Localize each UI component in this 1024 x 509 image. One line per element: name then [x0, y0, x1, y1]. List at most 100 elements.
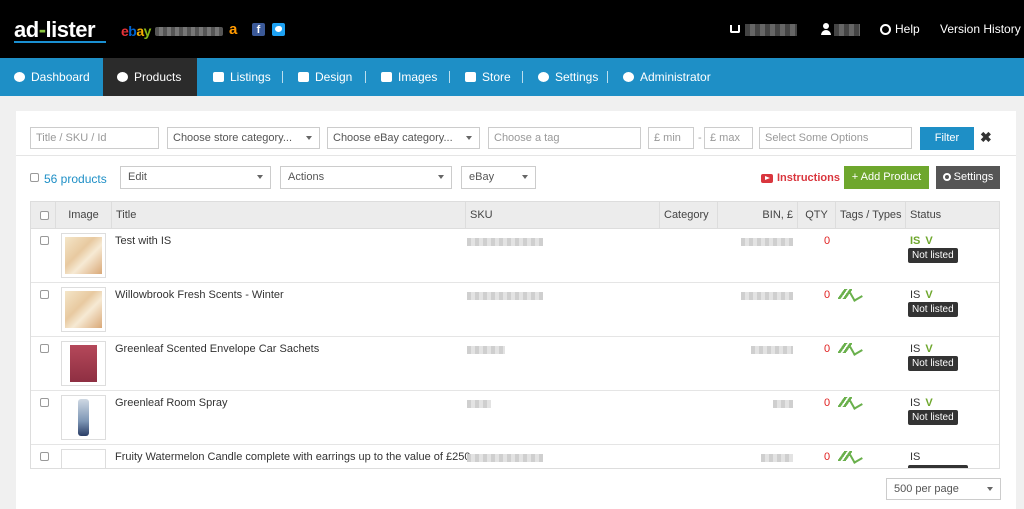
user-icon[interactable] — [821, 23, 831, 35]
ebay-category-select[interactable]: Choose eBay category... — [327, 127, 480, 149]
nav-products[interactable]: Products — [103, 58, 197, 96]
redacted-store-name — [155, 27, 223, 36]
select-all-checkbox[interactable] — [30, 173, 39, 182]
status-badge — [908, 465, 968, 468]
type-tag-icon — [838, 450, 860, 462]
table-row[interactable]: Test with IS 0 IS V Not listed — [31, 229, 999, 283]
row-checkbox[interactable] — [40, 398, 49, 407]
type-tag-icon — [838, 342, 860, 354]
version-history-link[interactable]: Version History — [940, 22, 1021, 36]
status-badge: Not listed — [908, 302, 958, 317]
chevron-down-icon — [438, 175, 444, 179]
per-page-select[interactable]: 500 per page — [886, 478, 1001, 500]
nav-settings[interactable]: Settings — [538, 58, 598, 96]
nav-separator — [282, 71, 283, 83]
marketplace-select[interactable]: eBay — [461, 166, 536, 189]
gear-icon — [538, 72, 549, 82]
amazon-icon[interactable]: a — [229, 21, 237, 38]
type-tag-icon — [838, 396, 860, 408]
status-is: IS — [910, 451, 921, 463]
nav-images[interactable]: Images — [381, 58, 437, 96]
ebay-logo[interactable]: ebay — [121, 23, 151, 39]
clear-filter-close-icon[interactable]: ✖ — [980, 130, 992, 144]
lifebuoy-icon — [880, 23, 891, 35]
column-sku[interactable]: SKU — [465, 202, 659, 229]
cart-icon[interactable] — [730, 25, 740, 33]
price-range-dash: - — [698, 132, 702, 144]
redacted-price — [761, 454, 793, 462]
settings-button[interactable]: Settings — [936, 166, 1000, 189]
status-is: IS V — [910, 343, 933, 355]
edit-select[interactable]: Edit — [120, 166, 271, 189]
price-min-input[interactable]: £ min — [648, 127, 694, 149]
row-checkbox[interactable] — [40, 452, 49, 461]
tag-select[interactable]: Choose a tag — [488, 127, 641, 149]
redacted-sku — [467, 400, 491, 408]
product-title[interactable]: Test with IS — [115, 235, 171, 247]
options-multiselect[interactable]: Select Some Options — [759, 127, 912, 149]
sachet-thumbnail[interactable] — [61, 341, 106, 386]
floral-thumbnail[interactable] — [61, 287, 106, 332]
table-row[interactable]: Willowbrook Fresh Scents - Winter 0 IS V … — [31, 283, 999, 337]
nav-listings[interactable]: Listings — [213, 58, 271, 96]
chevron-down-icon — [306, 136, 312, 140]
images-icon — [381, 72, 392, 82]
instructions-link[interactable]: Instructions — [761, 172, 840, 184]
nav-separator — [607, 71, 608, 83]
table-row[interactable]: Fruity Watermelon Candle complete with e… — [31, 445, 999, 468]
nav-design[interactable]: Design — [298, 58, 352, 96]
store-category-select[interactable]: Choose store category... — [167, 127, 320, 149]
admin-icon — [623, 72, 634, 82]
chevron-down-icon — [522, 175, 528, 179]
products-panel: Title / SKU / Id Choose store category..… — [16, 111, 1016, 509]
status-badge: Not listed — [908, 356, 958, 371]
redacted-username — [834, 24, 860, 36]
nav-store[interactable]: Store — [465, 58, 511, 96]
twitter-icon[interactable] — [272, 23, 285, 36]
qty-value: 0 — [824, 289, 831, 301]
filter-button[interactable]: Filter — [920, 127, 974, 150]
row-checkbox[interactable] — [40, 344, 49, 353]
nav-administrator[interactable]: Administrator — [623, 58, 711, 96]
redacted-sku — [467, 292, 543, 300]
column-status[interactable]: Status — [905, 202, 999, 229]
column-category[interactable]: Category — [659, 202, 717, 229]
spray-thumbnail[interactable] — [61, 395, 106, 440]
header-checkbox[interactable] — [40, 211, 49, 220]
row-checkbox[interactable] — [40, 290, 49, 299]
price-max-input[interactable]: £ max — [704, 127, 753, 149]
table-header: Image Title SKU Category BIN, £ QTY Tags… — [31, 202, 999, 229]
column-bin[interactable]: BIN, £ — [717, 202, 797, 229]
column-title[interactable]: Title — [111, 202, 465, 229]
products-icon — [117, 72, 128, 82]
chevron-down-icon — [987, 487, 993, 491]
product-title[interactable]: Fruity Watermelon Candle complete with e… — [115, 451, 470, 463]
product-image — [65, 237, 102, 274]
design-icon — [298, 72, 309, 82]
actions-select[interactable]: Actions — [280, 166, 452, 189]
top-bar: ad-lister ebay a f Help Version History — [0, 0, 1024, 58]
table-row[interactable]: Greenleaf Room Spray 0 IS V Not listed — [31, 391, 999, 445]
divider — [16, 155, 1016, 156]
product-title[interactable]: Greenleaf Room Spray — [115, 397, 228, 409]
help-link[interactable]: Help — [880, 22, 920, 36]
product-image — [78, 399, 89, 436]
ad-lister-logo[interactable]: ad-lister — [14, 17, 106, 43]
nav-dashboard[interactable]: Dashboard — [14, 58, 90, 96]
title-sku-search-input[interactable]: Title / SKU / Id — [30, 127, 159, 149]
table-row[interactable]: Greenleaf Scented Envelope Car Sachets 0… — [31, 337, 999, 391]
add-product-button[interactable]: + Add Product — [844, 166, 929, 189]
candle-thumbnail[interactable] — [61, 449, 106, 468]
product-title[interactable]: Willowbrook Fresh Scents - Winter — [115, 289, 284, 301]
product-title[interactable]: Greenleaf Scented Envelope Car Sachets — [115, 343, 319, 355]
product-count-link[interactable]: 56 products — [44, 172, 107, 186]
product-image — [70, 345, 97, 382]
redacted-price — [773, 400, 793, 408]
row-checkbox[interactable] — [40, 236, 49, 245]
facebook-icon[interactable]: f — [252, 23, 265, 36]
floral-thumbnail[interactable] — [61, 233, 106, 278]
redacted-cart-info — [745, 24, 797, 36]
column-tags-types: Tags / Types — [835, 202, 905, 229]
column-qty[interactable]: QTY — [797, 202, 835, 229]
redacted-price — [741, 238, 793, 246]
